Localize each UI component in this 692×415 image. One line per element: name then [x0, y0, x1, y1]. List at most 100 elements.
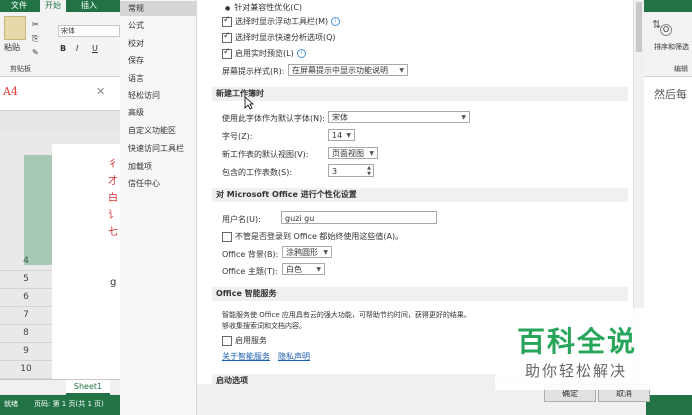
option-enable-services[interactable]: 启用服务 [222, 335, 267, 346]
section-intelligent-services: Office 智能服务 [212, 287, 628, 301]
status-page: 页码: 第 1 页(共 1 页) [34, 400, 104, 408]
red-char-4: 讠 [108, 210, 118, 221]
option-always-use[interactable]: 不管是否登录到 Office 都始终使用这些值(A)。 [222, 231, 403, 242]
formula-content[interactable]: 然后每 [654, 86, 687, 102]
options-nav: 常规 公式 校对 保存 语言 轻松访问 高级 自定义功能区 快速访问工具栏 加载… [120, 0, 197, 415]
o-button[interactable]: O [660, 24, 672, 36]
username-label: 用户名(U): [222, 215, 261, 224]
edit-group-label: 编辑 [674, 65, 688, 73]
sort-filter-icon[interactable]: ⇅ [652, 18, 661, 31]
nav-item-add-ins[interactable]: 加载项 [120, 159, 196, 174]
row-header-9[interactable]: 9 [0, 342, 52, 361]
info-icon: i [296, 49, 306, 58]
font-size-label: 字号(Z): [222, 132, 253, 141]
about-intelligent-services-link[interactable]: 关于智能服务 [222, 351, 270, 362]
paste-icon[interactable] [4, 16, 26, 40]
row-header-6[interactable]: 6 [0, 288, 52, 307]
font-size-select[interactable]: 14 ▼ [328, 129, 355, 141]
format-painter-icon[interactable]: ✎ [32, 48, 39, 57]
intelligent-description-1: 智能服务使 Office 应用具有云的强大功能，可帮助节约时间，获得更好的结果。 [222, 311, 471, 319]
watermark-title: 百科全说 [517, 325, 638, 358]
watermark: 百科全说 助你轻松解决 [495, 308, 667, 390]
nav-item-proofing[interactable]: 校对 [120, 36, 196, 51]
mouse-cursor-icon [244, 96, 254, 110]
office-background-select[interactable]: 涂鸦圆形 ▼ [282, 246, 332, 258]
sheet-count-label: 包含的工作表数(S): [222, 168, 293, 177]
italic-button[interactable]: I [76, 44, 78, 53]
cell-red-text[interactable]: 彳 才 白 讠 七 [108, 156, 120, 246]
watermark-subtitle: 助你轻松解决 [525, 362, 628, 380]
cell-text-g[interactable]: g [110, 277, 116, 288]
nav-item-general[interactable]: 常规 [120, 1, 196, 16]
chevron-down-icon: ▼ [461, 114, 466, 121]
sheet-count-spinner[interactable]: 3 ▲ ▼ [328, 164, 374, 177]
cancel-icon[interactable]: ✕ [96, 85, 105, 98]
screentip-select[interactable]: 在屏幕提示中显示功能说明 ▼ [288, 64, 408, 76]
bold-button[interactable]: B [60, 44, 66, 53]
tab-file[interactable]: 文件 [6, 0, 32, 12]
option-live-preview[interactable]: 启用实时预览(L)i [222, 47, 306, 59]
section-personalize: 对 Microsoft Office 进行个性化设置 [212, 188, 628, 202]
radio-dot-icon: ● [225, 5, 231, 12]
nav-item-accessibility[interactable]: 轻松访问 [120, 88, 196, 103]
live-preview-checkbox[interactable] [222, 47, 232, 59]
row-header-5[interactable]: 5 [0, 270, 52, 289]
default-font-select[interactable]: 宋体 ▼ [328, 111, 470, 123]
chevron-down-icon: ▼ [399, 67, 404, 74]
status-ready: 就绪 [4, 400, 18, 408]
cut-icon[interactable]: ✂ [32, 20, 39, 29]
row-header-7[interactable]: 7 [0, 306, 52, 325]
chevron-down-icon: ▼ [369, 150, 374, 157]
red-char-1: 彳 [108, 159, 118, 170]
office-background-label: Office 背景(B): [222, 250, 279, 259]
font-name-box[interactable]: 宋体 [58, 25, 120, 37]
section-new-workbook: 新建工作簿时 [212, 87, 628, 101]
clipboard-group-label: 剪贴板 [10, 65, 31, 73]
paste-button-label[interactable]: 粘贴 [4, 42, 20, 53]
quick-analysis-checkbox[interactable] [222, 31, 232, 43]
row-header-10[interactable]: 10 [0, 360, 52, 379]
red-char-3: 白 [108, 193, 118, 204]
tab-insert[interactable]: 插入 [76, 0, 102, 12]
intelligent-description-2: 够收集搜索词和文档内容。 [222, 322, 306, 330]
column-headers [0, 130, 120, 145]
chevron-down-icon: ▼ [323, 249, 328, 256]
scrollbar-thumb[interactable] [636, 2, 642, 52]
row-header-8[interactable]: 8 [0, 324, 52, 343]
nav-item-customize-ribbon[interactable]: 自定义功能区 [120, 123, 196, 138]
nav-item-language[interactable]: 语言 [120, 71, 196, 86]
office-theme-select[interactable]: 白色 ▼ [282, 263, 325, 275]
info-icon: i [331, 17, 341, 26]
nav-item-trust-center[interactable]: 信任中心 [120, 176, 196, 191]
nav-item-advanced[interactable]: 高级 [120, 105, 196, 120]
always-use-checkbox[interactable] [222, 231, 232, 242]
enable-services-checkbox[interactable] [222, 335, 232, 346]
nav-item-save[interactable]: 保存 [120, 53, 196, 68]
privacy-statement-link[interactable]: 隐私声明 [278, 351, 310, 362]
office-theme-label: Office 主题(T): [222, 267, 278, 276]
sheet-tab-sheet1[interactable]: Sheet1 [66, 380, 110, 395]
default-font-label: 使用此字体作为默认字体(N): [222, 114, 325, 123]
red-char-2: 才 [108, 176, 118, 187]
nav-item-formulas[interactable]: 公式 [120, 18, 196, 33]
sort-filter-label[interactable]: 排序和筛选 [654, 42, 689, 52]
option-compat[interactable]: ● 针对兼容性优化(C) [225, 2, 302, 13]
chevron-down-icon: ▼ [346, 132, 351, 139]
tab-home[interactable]: 开始 [40, 0, 66, 12]
sheet-tab-bar: Sheet1 [0, 379, 120, 395]
copy-icon[interactable]: ⎘ [32, 34, 38, 44]
default-view-select[interactable]: 页面视图 ▼ [328, 147, 378, 159]
floating-toolbar-checkbox[interactable] [222, 15, 232, 27]
nav-item-quick-access-toolbar[interactable]: 快速访问工具栏 [120, 141, 196, 156]
default-view-label: 新工作表的默认视图(V): [222, 150, 309, 159]
option-floating-toolbar[interactable]: 选择时显示浮动工具栏(M)i [222, 15, 341, 27]
name-box[interactable]: A4 [3, 85, 18, 98]
red-char-5: 七 [108, 227, 118, 238]
spinner-arrows-icon[interactable]: ▲ ▼ [367, 165, 371, 177]
option-quick-analysis[interactable]: 选择时显示快速分析选项(Q) [222, 31, 336, 43]
username-input[interactable]: guzi gu [281, 211, 437, 224]
screentip-label: 屏幕提示样式(R): [222, 67, 285, 76]
selected-column-highlight [24, 155, 52, 265]
chevron-down-icon: ▼ [316, 266, 321, 273]
underline-button[interactable]: U [92, 44, 98, 53]
